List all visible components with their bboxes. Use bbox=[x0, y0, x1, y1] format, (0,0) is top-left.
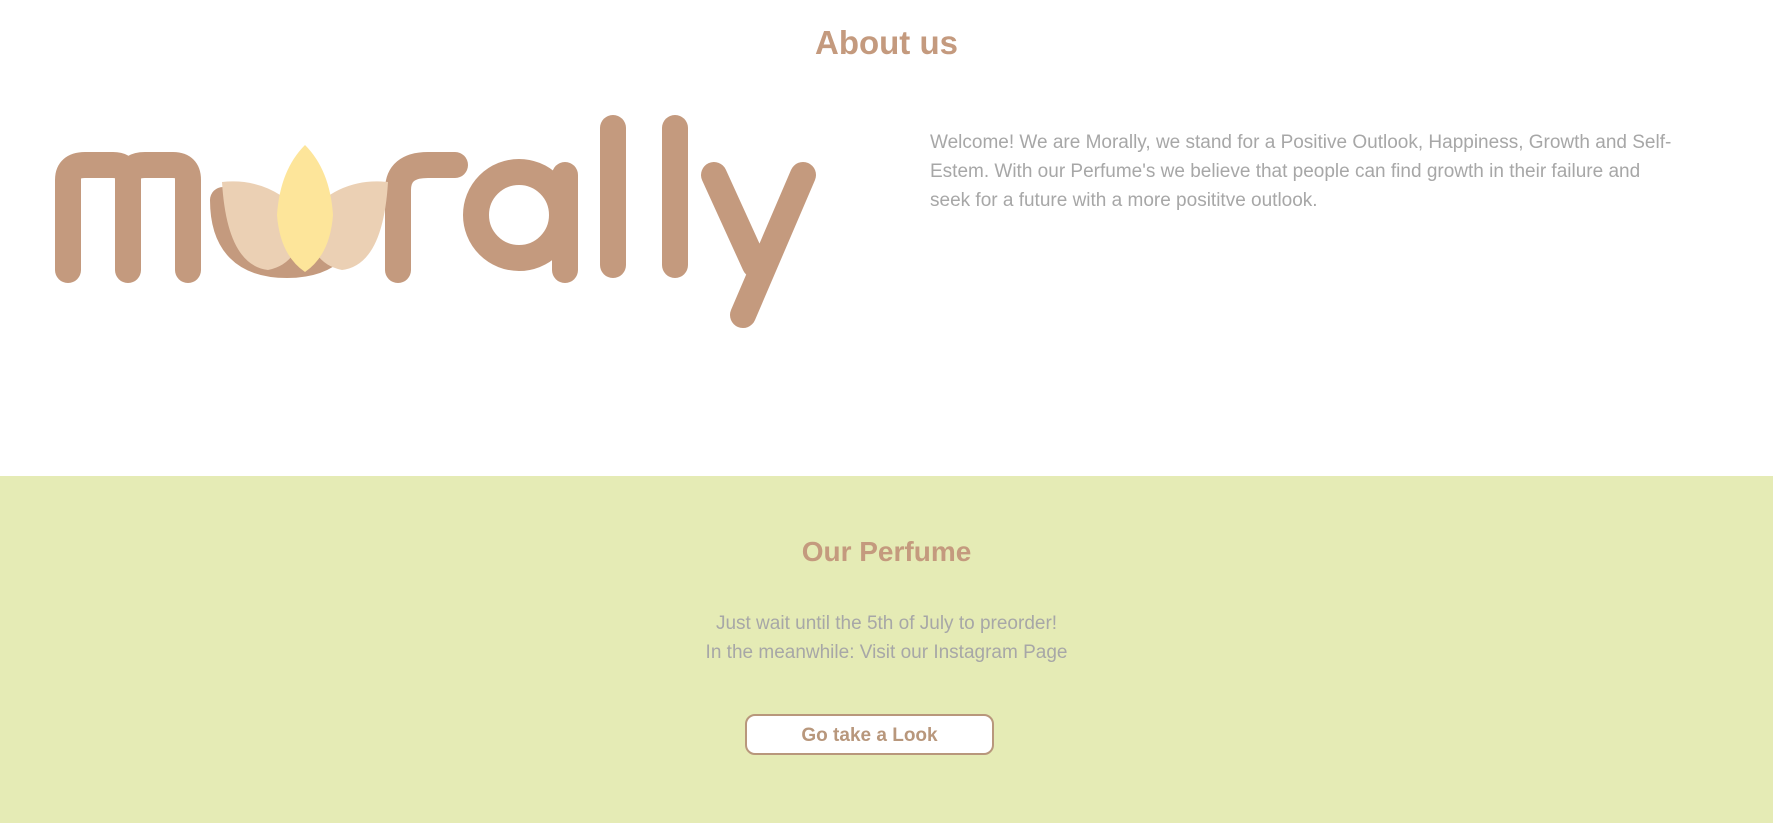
preorder-text: Just wait until the 5th of July to preor… bbox=[715, 613, 1058, 634]
instagram-text: In the meanwhile: Visit our Instagram Pa… bbox=[705, 642, 1068, 663]
logo-letter-m bbox=[55, 152, 201, 283]
logo-letter-r bbox=[385, 152, 468, 283]
about-description: Welcome! We are Morally, we stand for a … bbox=[930, 132, 1672, 211]
logo-letter-y bbox=[701, 162, 816, 328]
go-take-a-look-button[interactable]: Go take a Look bbox=[745, 714, 994, 755]
about-section: About us Welcome! We are Morally, we sta… bbox=[0, 0, 1773, 476]
morally-logo bbox=[55, 115, 816, 328]
perfume-title: Our Perfume bbox=[801, 536, 972, 567]
logo-letter-a bbox=[463, 159, 578, 283]
perfume-text: Just wait until the 5th of July to preor… bbox=[0, 609, 1773, 667]
about-title: About us bbox=[815, 24, 958, 61]
perfume-section: Our Perfume Just wait until the 5th of J… bbox=[0, 476, 1773, 823]
lotus-icon bbox=[210, 145, 388, 279]
